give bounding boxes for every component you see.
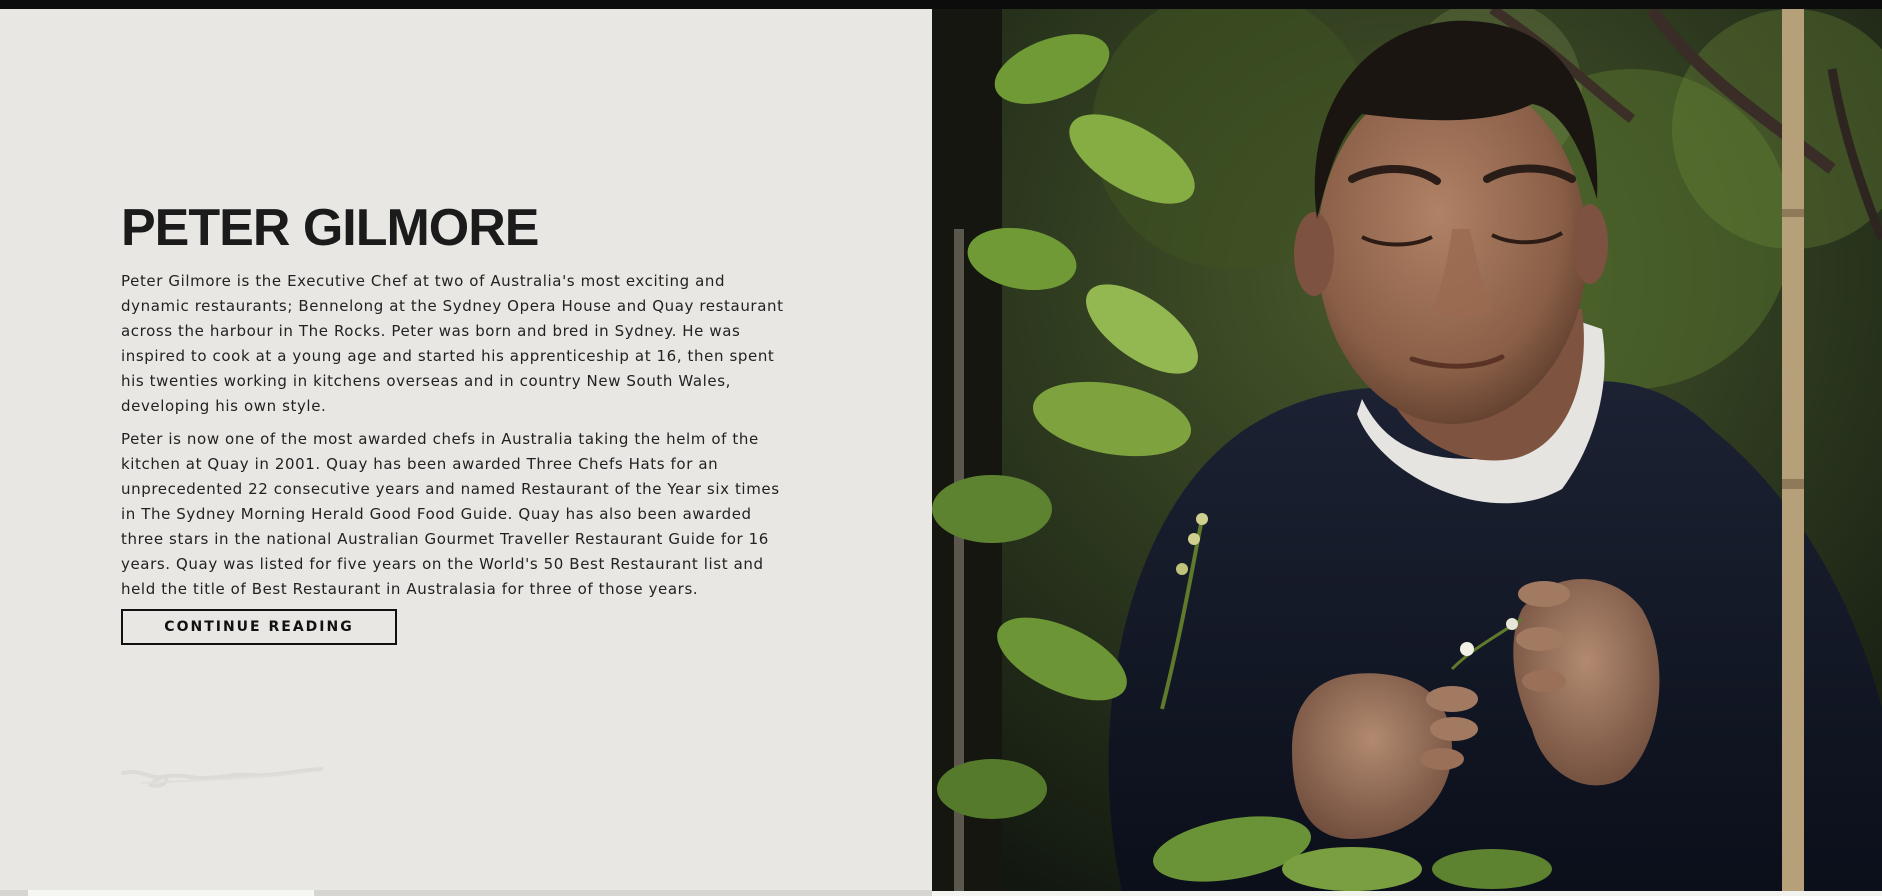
signature-icon (121, 767, 323, 788)
chef-name-heading: PETER GILMORE (121, 199, 539, 257)
continue-reading-button[interactable]: CONTINUE READING (121, 609, 397, 645)
bio-content: PETER GILMORE Peter Gilmore is the Execu… (121, 193, 791, 645)
horizontal-scrollbar[interactable] (0, 890, 932, 896)
chef-portrait-photo (932, 9, 1882, 891)
bio-paragraph-1: Peter Gilmore is the Executive Chef at t… (121, 272, 784, 415)
top-bar (0, 0, 1882, 9)
photo-bottom-strip (932, 891, 1882, 896)
bio-paragraph-2: Peter is now one of the most awarded che… (121, 430, 780, 598)
scrollbar-thumb[interactable] (28, 890, 314, 896)
